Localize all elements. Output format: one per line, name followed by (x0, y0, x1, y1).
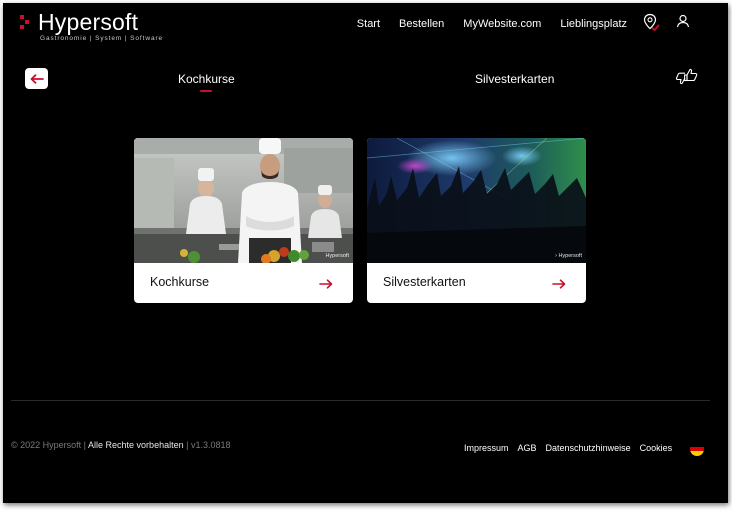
nav-lieblingsplatz[interactable]: Lieblingsplatz (560, 18, 627, 30)
footer-link-agb[interactable]: AGB (518, 443, 537, 453)
app-window: Hypersoft Gastronomie | System | Softwar… (3, 3, 728, 503)
thumbs-up-down-icon[interactable] (675, 67, 698, 92)
card-silvesterkarten[interactable]: › Hypersoft Silvesterkarten (367, 138, 586, 303)
footer-links: Impressum AGB Datenschutzhinweise Cookie… (464, 443, 672, 453)
card-watermark: › Hypersoft (555, 253, 582, 259)
arrow-right-icon[interactable] (552, 276, 566, 294)
card-title: Silvesterkarten (383, 275, 466, 289)
footer-link-datenschutz[interactable]: Datenschutzhinweise (546, 443, 631, 453)
card-watermark: Hypersoft (325, 253, 349, 259)
nav-mywebsite[interactable]: MyWebsite.com (463, 18, 541, 30)
footer-link-cookies[interactable]: Cookies (640, 443, 673, 453)
chef-kitchen-photo: Hypersoft (134, 138, 353, 263)
tab-kochkurse[interactable]: Kochkurse (178, 72, 235, 86)
party-crowd-photo: › Hypersoft (367, 138, 586, 263)
rights-reserved: Alle Rechte vorbehalten (88, 440, 184, 450)
arrow-right-icon[interactable] (319, 276, 333, 294)
brand-name: Hypersoft (38, 9, 139, 35)
nav-bestellen[interactable]: Bestellen (399, 18, 444, 30)
logo-mark-icon (20, 15, 32, 29)
german-flag-icon[interactable] (690, 442, 704, 456)
user-icon[interactable] (676, 14, 690, 33)
active-tab-indicator (200, 90, 212, 92)
tab-silvesterkarten[interactable]: Silvesterkarten (475, 72, 554, 86)
card-kochkurse[interactable]: Hypersoft Kochkurse (134, 138, 353, 303)
card-title: Kochkurse (150, 275, 210, 289)
copyright-label: © 2022 Hypersoft | (11, 440, 87, 450)
brand-logo[interactable]: Hypersoft Gastronomie | System | Softwar… (20, 10, 163, 42)
footer-link-impressum[interactable]: Impressum (464, 443, 509, 453)
footer-divider (11, 400, 710, 401)
location-pin-check-icon[interactable] (642, 13, 660, 38)
nav-start[interactable]: Start (357, 18, 380, 30)
version-label: | v1.3.0818 (186, 440, 231, 450)
copyright-text: © 2022 Hypersoft | Alle Rechte vorbehalt… (11, 440, 230, 450)
back-button[interactable] (25, 68, 48, 89)
brand-tagline: Gastronomie | System | Software (40, 35, 164, 42)
arrow-left-icon (30, 73, 44, 84)
top-navigation: Start Bestellen MyWebsite.com Lieblingsp… (357, 18, 627, 30)
